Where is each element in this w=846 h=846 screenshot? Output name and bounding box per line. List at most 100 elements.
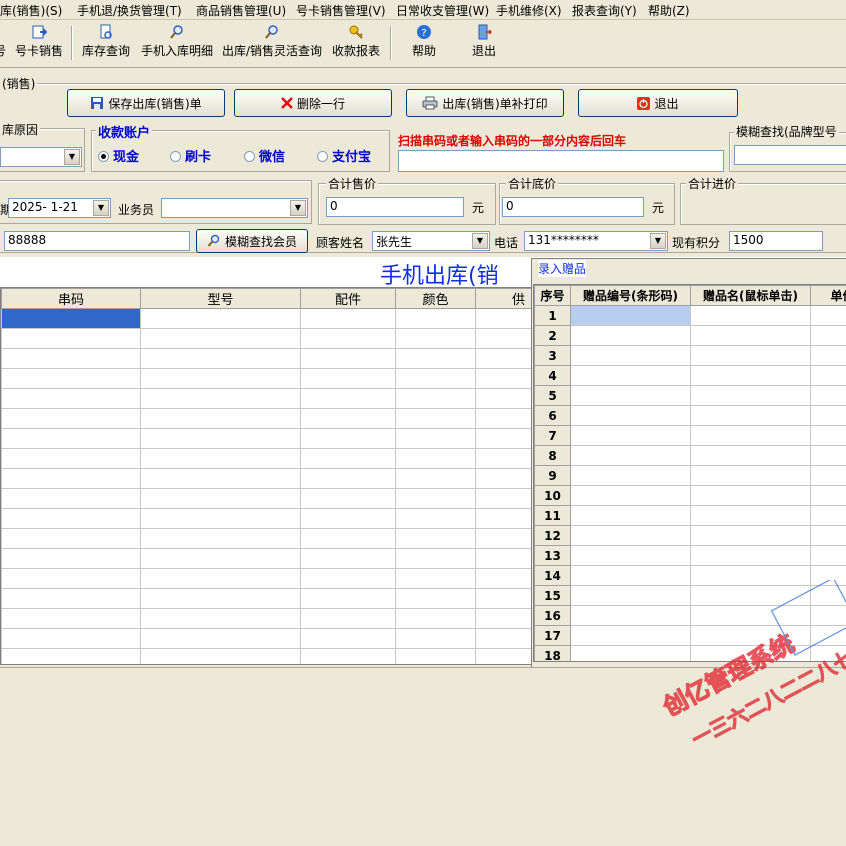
table-cell[interactable]	[395, 568, 476, 589]
table-row[interactable]: 12	[534, 525, 846, 546]
table-cell[interactable]	[475, 528, 533, 549]
table-cell[interactable]	[475, 468, 533, 489]
table-cell[interactable]	[810, 405, 846, 426]
table-row[interactable]	[1, 428, 533, 449]
table-cell[interactable]	[570, 565, 691, 586]
table-cell[interactable]	[300, 508, 396, 529]
table-cell[interactable]	[140, 508, 301, 529]
table-cell[interactable]	[475, 628, 533, 649]
table-cell[interactable]	[810, 325, 846, 346]
table-cell[interactable]	[570, 465, 691, 486]
table-cell[interactable]	[300, 348, 396, 369]
table-cell[interactable]	[300, 308, 396, 329]
table-cell[interactable]	[810, 365, 846, 386]
table-cell[interactable]	[140, 568, 301, 589]
column-header-model[interactable]: 型号	[140, 288, 301, 309]
table-cell[interactable]	[810, 605, 846, 626]
table-cell[interactable]	[570, 305, 691, 326]
save-sales-order-button[interactable]: 保存出库(销售)单	[67, 89, 225, 117]
table-cell[interactable]	[395, 308, 476, 329]
table-cell[interactable]	[140, 628, 301, 649]
table-cell[interactable]	[690, 585, 811, 606]
table-row[interactable]: 18	[534, 645, 846, 661]
table-cell[interactable]	[690, 505, 811, 526]
table-cell[interactable]	[140, 348, 301, 369]
table-cell[interactable]	[1, 348, 141, 369]
table-cell[interactable]	[690, 525, 811, 546]
exit-button[interactable]: 退出	[578, 89, 738, 117]
table-cell[interactable]	[395, 588, 476, 609]
member-id-input[interactable]: 88888	[4, 231, 190, 251]
table-cell[interactable]	[1, 328, 141, 349]
table-row[interactable]	[1, 608, 533, 629]
customer-name-select[interactable]: 张先生 ▼	[372, 231, 490, 251]
salesman-select[interactable]: ▼	[161, 198, 308, 218]
table-row[interactable]: 17	[534, 625, 846, 646]
menu-item-sim[interactable]: 号卡销售管理(V)	[296, 2, 386, 19]
table-row[interactable]: 9	[534, 465, 846, 486]
table-row[interactable]: 4	[534, 365, 846, 386]
table-cell[interactable]	[570, 445, 691, 466]
table-cell[interactable]	[810, 585, 846, 606]
table-cell[interactable]	[395, 468, 476, 489]
column-header-accessory[interactable]: 配件	[300, 288, 396, 309]
date-picker[interactable]: 2025- 1-21 ▼	[8, 198, 111, 218]
table-cell[interactable]	[395, 508, 476, 529]
table-cell[interactable]	[690, 365, 811, 386]
table-cell[interactable]	[690, 345, 811, 366]
table-cell[interactable]	[300, 368, 396, 389]
radio-card[interactable]: 刷卡	[170, 146, 211, 165]
table-cell[interactable]	[690, 305, 811, 326]
table-cell[interactable]	[395, 368, 476, 389]
table-cell[interactable]	[1, 468, 141, 489]
delete-row-button[interactable]: 删除一行	[234, 89, 392, 117]
table-cell[interactable]	[570, 345, 691, 366]
menu-item-goods[interactable]: 商品销售管理(U)	[196, 2, 286, 19]
phone-select[interactable]: 131******** ▼	[524, 231, 668, 251]
table-cell[interactable]	[475, 328, 533, 349]
table-cell[interactable]	[140, 488, 301, 509]
table-row[interactable]: 1	[534, 305, 846, 326]
table-cell[interactable]	[570, 405, 691, 426]
table-cell[interactable]	[395, 628, 476, 649]
table-cell[interactable]	[140, 428, 301, 449]
table-row[interactable]: 16	[534, 605, 846, 626]
table-cell[interactable]	[810, 505, 846, 526]
table-cell[interactable]	[570, 385, 691, 406]
toolbar-flexible-query-button[interactable]: 出库/销售灵活查询	[218, 24, 326, 64]
table-cell[interactable]	[690, 625, 811, 646]
table-cell[interactable]	[810, 465, 846, 486]
table-cell[interactable]	[570, 425, 691, 446]
table-cell[interactable]	[810, 305, 846, 326]
table-row[interactable]	[1, 588, 533, 609]
table-cell[interactable]	[810, 385, 846, 406]
table-row[interactable]: 7	[534, 425, 846, 446]
table-row[interactable]	[1, 488, 533, 509]
table-cell[interactable]	[1, 528, 141, 549]
table-cell[interactable]	[300, 428, 396, 449]
toolbar-partial-button[interactable]: 号	[0, 24, 6, 64]
chevron-down-icon[interactable]: ▼	[290, 200, 306, 216]
table-cell[interactable]	[690, 385, 811, 406]
table-cell[interactable]	[570, 365, 691, 386]
table-cell[interactable]	[1, 488, 141, 509]
table-cell[interactable]	[1, 548, 141, 569]
table-cell[interactable]	[300, 568, 396, 589]
radio-wechat[interactable]: 微信	[244, 146, 285, 165]
table-cell[interactable]	[690, 645, 811, 661]
table-cell[interactable]	[1, 628, 141, 649]
table-cell[interactable]	[475, 548, 533, 569]
toolbar-payment-report-button[interactable]: 收款报表	[330, 24, 382, 64]
table-cell[interactable]	[300, 548, 396, 569]
fuzzy-search-input[interactable]	[734, 145, 846, 165]
table-cell[interactable]	[810, 525, 846, 546]
menu-item-reports[interactable]: 报表查询(Y)	[572, 2, 637, 19]
table-row[interactable]	[1, 528, 533, 549]
table-cell[interactable]	[1, 588, 141, 609]
table-row[interactable]	[1, 648, 533, 664]
table-row[interactable]: 8	[534, 445, 846, 466]
reason-select[interactable]: ▼	[0, 147, 82, 167]
table-cell[interactable]	[690, 605, 811, 626]
table-cell[interactable]	[395, 428, 476, 449]
table-cell[interactable]	[570, 585, 691, 606]
